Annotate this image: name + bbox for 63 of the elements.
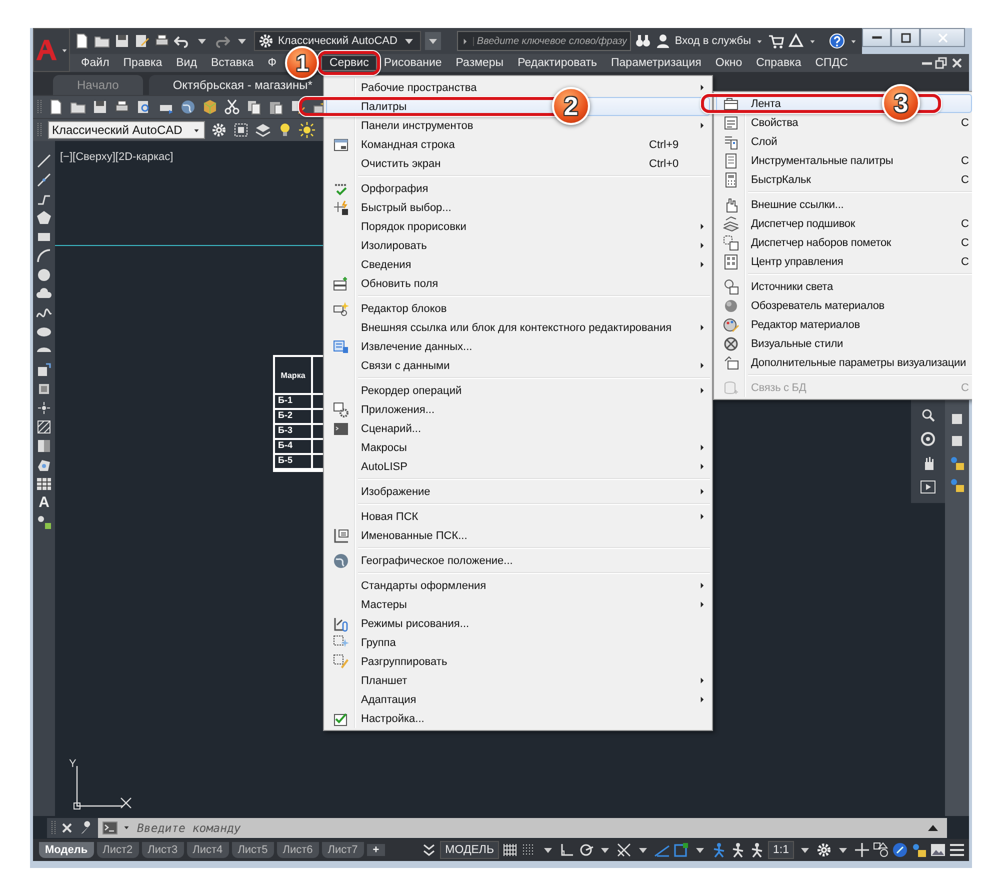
add-tab-button[interactable]: + (366, 844, 386, 856)
menu-item[interactable]: Сервис (321, 55, 377, 71)
menu-item[interactable]: Внешняя ссылка или блок для контекстного редактирования (326, 318, 710, 337)
step-number-badge: 2 (552, 87, 590, 125)
menu-item[interactable]: Режимы рисования... (326, 614, 710, 633)
menu-item[interactable]: Размеры (448, 56, 511, 70)
menu-item[interactable]: Адаптация (326, 690, 710, 709)
menu-item[interactable]: Связи с данными (326, 356, 710, 375)
layout-tab[interactable]: Лист6 (276, 842, 319, 858)
menu-item[interactable]: Именованные ПСК... (326, 526, 710, 545)
layout-tab[interactable]: Лист2 (96, 842, 139, 858)
menu-item[interactable]: Настройка... (326, 709, 710, 728)
menu-item[interactable]: Разгруппировать (326, 652, 710, 671)
menu-item[interactable]: Сведения (326, 255, 710, 274)
table-cell: Б-2 (275, 410, 313, 425)
menu-item[interactable]: Новая ПСК (326, 507, 710, 526)
menu-item[interactable]: Файл (74, 56, 116, 70)
menu-item[interactable]: Редактор блоков (326, 299, 710, 318)
menu-item[interactable]: Стандарты оформления (326, 576, 710, 595)
layout-tab[interactable]: Лист3 (142, 842, 184, 858)
menu-item[interactable]: Порядок прорисовки (326, 217, 710, 236)
layout-tab[interactable]: Модель (39, 842, 94, 858)
menu-item[interactable]: AutoLISP (326, 457, 710, 476)
menu-item[interactable]: Мастеры (326, 595, 710, 614)
table-cell: Б-5 (275, 455, 313, 470)
menu-item[interactable]: Географическое положение... (326, 551, 710, 570)
menu-item[interactable]: Группа (326, 633, 710, 652)
menu-item[interactable]: Ф (260, 56, 284, 70)
viewport-label[interactable]: [−][Сверху][2D-каркас] (60, 151, 174, 163)
menu-item[interactable]: Орфография (326, 179, 710, 198)
menu-item[interactable]: Вид (169, 56, 204, 70)
menu-item[interactable]: Рисование (376, 56, 449, 70)
table-cell: Б-1 (275, 395, 313, 410)
menu-item[interactable]: Правка (116, 56, 170, 70)
table-cell: Б-4 (275, 440, 313, 455)
menu-item[interactable]: Рекордер операций (326, 381, 710, 400)
menu-item[interactable]: Приложения... (326, 400, 710, 419)
menu-item[interactable]: Обновить поля (326, 274, 710, 293)
menu-item[interactable]: Макросы (326, 438, 710, 457)
menu-item[interactable]: Изолировать (326, 236, 710, 255)
menu-item[interactable]: Быстрый выбор... (326, 198, 710, 217)
layout-tab[interactable]: Лист7 (322, 842, 364, 858)
sign-in-button[interactable]: Вход в службы (654, 33, 764, 49)
text-tool-button[interactable]: A (38, 495, 50, 511)
workspace-dropdown[interactable]: Классический AutoCAD (48, 121, 206, 139)
layout-tab[interactable]: Лист4 (186, 842, 229, 858)
menu-item[interactable]: Параметризация (604, 56, 708, 70)
menu-item[interactable]: Окно (708, 56, 750, 70)
menu-item[interactable]: СПДС (808, 56, 855, 70)
layout-tab[interactable]: Лист5 (232, 842, 274, 858)
table-cell: Марка (275, 357, 313, 395)
menu-item[interactable]: Очистить экран Ctrl+0 (326, 154, 710, 173)
workspace-dropdown[interactable]: Классический AutoCAD (254, 31, 422, 51)
menu-item[interactable]: Извлечение данных... (326, 337, 710, 356)
table-cell: Б-3 (275, 425, 313, 440)
menu-item[interactable]: Планшет (326, 671, 710, 690)
model-space-button[interactable]: МОДЕЛЬ (440, 841, 499, 859)
annotation-scale-button[interactable]: 1:1 (768, 841, 794, 859)
menu-item[interactable]: Изображение (326, 482, 710, 501)
menu-item[interactable]: Редактировать (510, 56, 604, 70)
menu-item[interactable]: Справка (749, 56, 808, 70)
menu-item[interactable]: Сценарий... (326, 419, 710, 438)
menu-item[interactable]: Вставка (204, 56, 261, 70)
